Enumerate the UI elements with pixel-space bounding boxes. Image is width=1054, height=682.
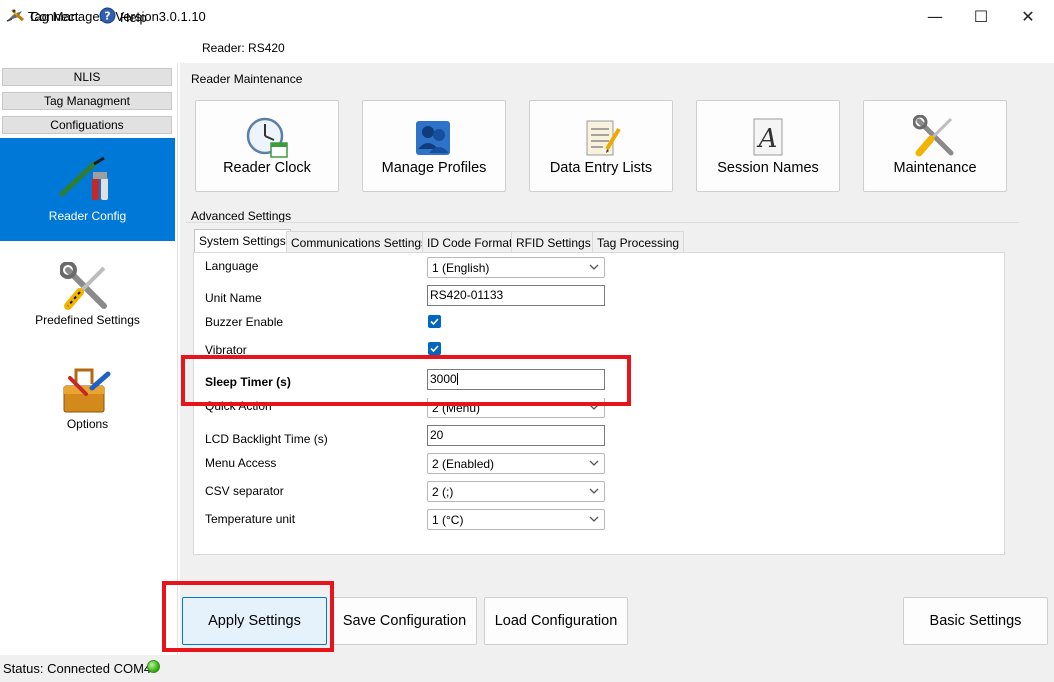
temperature-unit-value: 1 (°C): [432, 513, 464, 527]
csv-separator-label: CSV separator: [205, 484, 284, 498]
connect-label: Connect: [30, 9, 79, 24]
menu-access-label: Menu Access: [205, 456, 277, 470]
advanced-settings-group-label: Advanced Settings: [191, 209, 292, 223]
menu-access-select[interactable]: 2 (Enabled): [427, 453, 605, 474]
data-entry-lists-button[interactable]: Data Entry Lists: [529, 100, 673, 192]
side-item-label: Reader Config: [48, 209, 127, 223]
side-item-predefined-settings[interactable]: Predefined Settings: [0, 258, 175, 358]
nav-nlis-bar[interactable]: NLIS: [2, 68, 172, 86]
save-configuration-button[interactable]: Save Configuration: [332, 597, 477, 645]
session-names-button[interactable]: A Session Names: [696, 100, 840, 192]
tab-id-code-format[interactable]: ID Code Format: [422, 231, 518, 252]
sleep-timer-highlight-box: [181, 355, 631, 406]
tab-rfid-settings[interactable]: RFID Settings: [511, 231, 596, 252]
side-item-label: Predefined Settings: [35, 313, 140, 327]
nav-tag-management-bar[interactable]: Tag Managment: [2, 92, 172, 110]
status-led-icon: [147, 660, 160, 673]
wrench-screwdriver-icon: [59, 261, 114, 317]
status-text: Status: Connected COM4: [3, 661, 152, 676]
buzzer-enable-label: Buzzer Enable: [205, 315, 284, 329]
chevron-down-icon: [589, 456, 599, 470]
letter-a-icon: A: [746, 115, 790, 159]
maintenance-label: Maintenance: [893, 160, 977, 176]
minimize-button[interactable]: —: [912, 0, 958, 33]
reader-maintenance-group-label: Reader Maintenance: [191, 72, 303, 86]
checkmark-icon: [430, 345, 439, 353]
tab-communications-settings[interactable]: Communications Settings: [286, 231, 433, 252]
menu-bar: [0, 33, 1054, 63]
toolbox-icon: [62, 364, 112, 419]
unit-name-field[interactable]: RS420-01133: [427, 285, 605, 306]
language-label: Language: [205, 259, 259, 273]
maintenance-button[interactable]: Maintenance: [863, 100, 1007, 192]
side-item-label: Options: [66, 417, 109, 431]
basic-settings-button[interactable]: Basic Settings: [903, 597, 1048, 645]
chevron-down-icon: [589, 512, 599, 526]
session-names-label: Session Names: [717, 160, 819, 176]
close-button[interactable]: ✕: [1005, 0, 1051, 33]
language-select[interactable]: 1 (English): [427, 257, 605, 278]
lcd-backlight-field[interactable]: 20: [427, 425, 605, 446]
lcd-backlight-label: LCD Backlight Time (s): [205, 432, 328, 446]
tab-system-settings[interactable]: System Settings: [194, 229, 291, 253]
maintenance-icon: [912, 114, 957, 159]
reader-model-label: Reader: RS420: [202, 41, 285, 55]
help-menu-item[interactable]: ? Help: [99, 7, 147, 27]
side-item-reader-config[interactable]: Reader Config: [0, 138, 175, 241]
chevron-down-icon: [589, 260, 599, 274]
manage-profiles-button[interactable]: Manage Profiles: [362, 100, 506, 192]
temperature-unit-select[interactable]: 1 (°C): [427, 509, 605, 530]
data-entry-lists-label: Data Entry Lists: [549, 160, 653, 176]
tools-icon: [58, 156, 114, 209]
maximize-button[interactable]: ☐: [958, 0, 1004, 33]
nav-configurations-bar[interactable]: Configuations: [2, 116, 172, 134]
csv-separator-select[interactable]: 2 (;): [427, 481, 605, 502]
vibrator-checkbox[interactable]: [428, 342, 441, 355]
connect-icon: [10, 7, 26, 26]
notepad-icon: [579, 115, 623, 159]
manage-profiles-label: Manage Profiles: [381, 160, 487, 176]
load-configuration-button[interactable]: Load Configuration: [484, 597, 628, 645]
csv-separator-value: 2 (;): [432, 485, 454, 499]
apply-settings-highlight-box: [162, 581, 334, 652]
reader-clock-label: Reader Clock: [223, 160, 311, 176]
svg-text:A: A: [757, 124, 778, 154]
temperature-unit-label: Temperature unit: [205, 512, 296, 526]
chevron-down-icon: [589, 484, 599, 498]
svg-text:?: ?: [104, 10, 110, 23]
profiles-icon: [412, 115, 456, 159]
help-icon: ?: [99, 7, 116, 27]
unit-name-label: Unit Name: [205, 291, 262, 305]
reader-clock-button[interactable]: Reader Clock: [195, 100, 339, 192]
help-label: Help: [120, 9, 147, 25]
menu-access-value: 2 (Enabled): [432, 457, 495, 471]
checkmark-icon: [430, 318, 439, 326]
tab-tag-processing[interactable]: Tag Processing: [592, 231, 685, 252]
language-value: 1 (English): [432, 261, 490, 275]
buzzer-enable-checkbox[interactable]: [428, 315, 441, 328]
clock-icon: [245, 115, 289, 159]
side-item-options[interactable]: Options: [0, 362, 175, 462]
connect-menu-item[interactable]: Connect: [10, 7, 78, 26]
